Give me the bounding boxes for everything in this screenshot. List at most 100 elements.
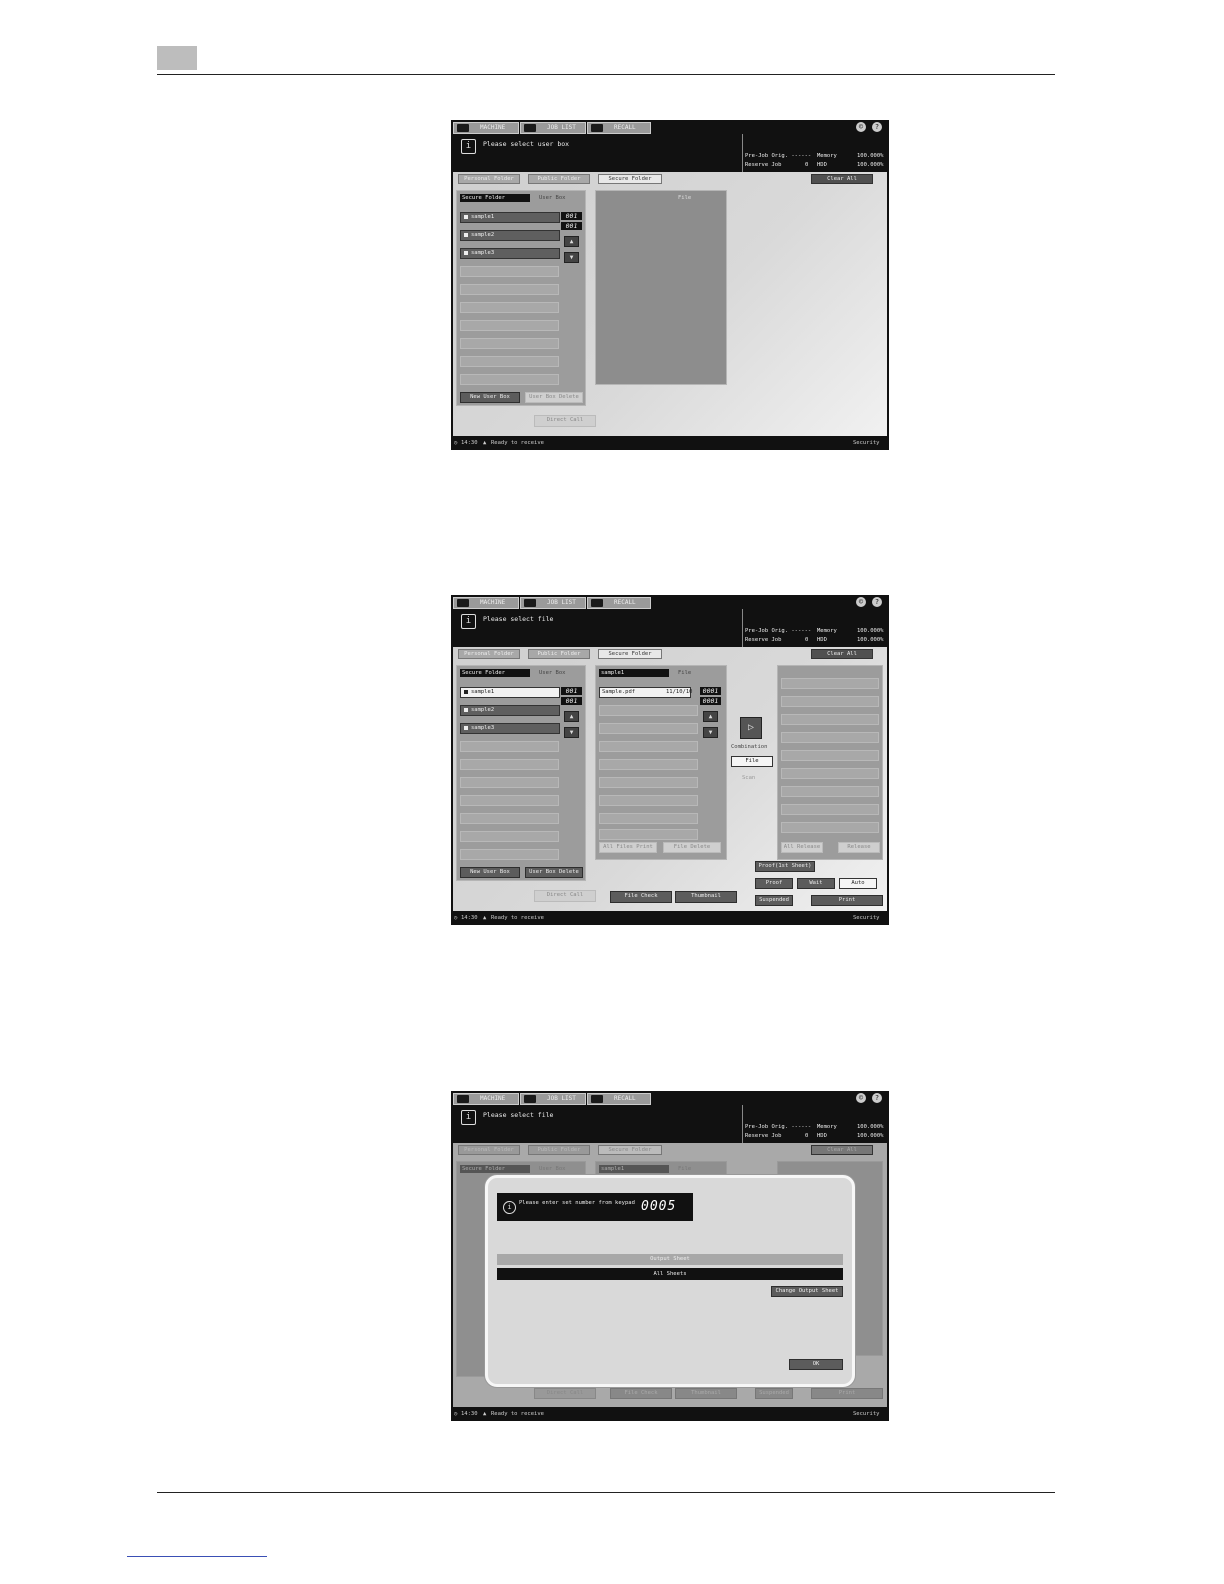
clear-all-button[interactable]: Clear All xyxy=(811,649,873,659)
combination-file-button[interactable]: File xyxy=(731,756,773,767)
user-box-panel: Secure Folder User Box sample1 sample2 s… xyxy=(456,665,586,881)
user-box-sample3[interactable]: sample3 xyxy=(460,248,560,259)
memory-label: Memory xyxy=(817,628,837,634)
memory-label: Memory xyxy=(817,1124,837,1130)
direct-call-button[interactable]: Direct Call xyxy=(534,415,596,427)
proof-button[interactable]: Proof xyxy=(755,878,793,889)
help-icon[interactable]: ? xyxy=(872,1093,882,1103)
tab-recall[interactable]: RECALL xyxy=(587,122,651,134)
tab-recall[interactable]: RECALL xyxy=(587,1093,651,1105)
combination-scan-option[interactable]: Scan xyxy=(742,775,755,781)
release-button[interactable]: Release xyxy=(838,842,880,853)
all-release-button[interactable]: All Release xyxy=(781,842,823,853)
user-box-delete-button[interactable]: User Box Delete xyxy=(525,392,583,403)
clear-all-button[interactable]: Clear All xyxy=(811,1145,873,1155)
auto-button[interactable]: Auto xyxy=(839,878,877,889)
page-counter-total: 001 xyxy=(561,222,582,230)
suspended-button[interactable]: Suspended xyxy=(755,895,793,906)
scroll-down-arrow-icon[interactable]: ▼ xyxy=(564,727,579,738)
set-number-display: 0005 xyxy=(641,1199,677,1214)
prejob-label: Pre-Job Orig. ------ xyxy=(745,628,812,634)
direct-call-button[interactable]: Direct Call xyxy=(534,890,596,902)
user-box-sample1[interactable]: sample1 xyxy=(460,212,560,223)
scroll-down-arrow-icon[interactable]: ▼ xyxy=(703,727,718,738)
tab-personal-folder[interactable]: Personal Folder xyxy=(458,174,520,184)
security-indicator: Security xyxy=(853,915,880,921)
lock-icon xyxy=(464,215,468,219)
status-text: Ready to receive xyxy=(491,1411,544,1417)
tab-job-list[interactable]: JOB LIST xyxy=(520,597,586,609)
counter-icon[interactable]: © xyxy=(856,1093,866,1103)
tab-public-folder[interactable]: Public Folder xyxy=(528,1145,590,1155)
clear-all-button[interactable]: Clear All xyxy=(811,174,873,184)
clock-icon: ◷ xyxy=(454,440,458,446)
user-box-sample1[interactable]: sample1 xyxy=(460,687,560,698)
dialog-message-text: Please enter set number from keypad xyxy=(519,1200,635,1206)
user-box-sample2[interactable]: sample2 xyxy=(460,230,560,241)
list-icon xyxy=(524,599,536,607)
file-delete-button[interactable]: File Delete xyxy=(663,842,721,853)
header-rule xyxy=(157,74,1055,75)
file-check-button[interactable]: File Check xyxy=(610,891,672,903)
tab-personal-folder[interactable]: Personal Folder xyxy=(458,1145,520,1155)
user-box-delete-button[interactable]: User Box Delete xyxy=(525,867,583,878)
empty-box-row xyxy=(460,759,559,770)
empty-list-row xyxy=(781,750,879,761)
scroll-up-arrow-icon[interactable]: ▲ xyxy=(564,236,579,247)
print-button[interactable]: Print xyxy=(811,895,883,906)
all-files-print-button[interactable]: All Files Print xyxy=(599,842,657,853)
new-user-box-button[interactable]: New User Box xyxy=(460,392,520,403)
tab-public-folder[interactable]: Public Folder xyxy=(528,174,590,184)
user-box-panel: Secure Folder User Box sample1 sample2 s… xyxy=(456,190,586,406)
tab-personal-folder[interactable]: Personal Folder xyxy=(458,649,520,659)
scroll-up-arrow-icon[interactable]: ▲ xyxy=(564,711,579,722)
work-area: Personal Folder Public Folder Secure Fol… xyxy=(453,647,887,911)
add-to-list-play-icon[interactable]: ▷ xyxy=(740,717,762,739)
machine-icon xyxy=(457,124,469,132)
empty-box-row xyxy=(460,849,559,860)
proof-first-sheet-button[interactable]: Proof(1st Sheet) xyxy=(755,861,815,872)
direct-call-button[interactable]: Direct Call xyxy=(534,1388,596,1399)
file-counter-total: 0001 xyxy=(700,697,721,705)
file-panel-header: sample1 xyxy=(599,669,669,677)
tab-secure-folder[interactable]: Secure Folder xyxy=(598,649,662,659)
tab-public-folder[interactable]: Public Folder xyxy=(528,649,590,659)
user-box-label: User Box xyxy=(539,670,566,676)
info-icon: i xyxy=(461,139,476,154)
machine-icon xyxy=(457,599,469,607)
print-button[interactable]: Print xyxy=(811,1388,883,1399)
tab-secure-folder[interactable]: Secure Folder xyxy=(598,1145,662,1155)
file-check-button[interactable]: File Check xyxy=(610,1388,672,1399)
wait-button[interactable]: Wait xyxy=(797,878,835,889)
lock-icon xyxy=(464,726,468,730)
file-label: File xyxy=(678,195,692,201)
change-output-sheet-button[interactable]: Change Output Sheet xyxy=(771,1286,843,1297)
file-row-sample-pdf[interactable]: Sample.pdf 11/10/10 xyxy=(599,687,693,698)
help-icon[interactable]: ? xyxy=(872,597,882,607)
status-bar: ◷ 14:30 ▲ Ready to receive Security xyxy=(451,913,889,925)
tab-machine[interactable]: MACHINE xyxy=(453,1093,519,1105)
counter-icon[interactable]: © xyxy=(856,122,866,132)
tab-machine[interactable]: MACHINE xyxy=(453,597,519,609)
user-box-sample3[interactable]: sample3 xyxy=(460,723,560,734)
thumbnail-button[interactable]: Thumbnail xyxy=(675,1388,737,1399)
tab-job-list[interactable]: JOB LIST xyxy=(520,1093,586,1105)
tab-recall[interactable]: RECALL xyxy=(587,597,651,609)
tab-secure-folder[interactable]: Secure Folder xyxy=(598,174,662,184)
user-box-sample2[interactable]: sample2 xyxy=(460,705,560,716)
empty-file-row xyxy=(599,777,698,788)
empty-list-row xyxy=(781,822,879,833)
scroll-down-arrow-icon[interactable]: ▼ xyxy=(564,252,579,263)
file-counter-current: 0001 xyxy=(700,687,721,695)
scroll-up-arrow-icon[interactable]: ▲ xyxy=(703,711,718,722)
tab-job-list[interactable]: JOB LIST xyxy=(520,122,586,134)
empty-list-row xyxy=(781,786,879,797)
ok-button[interactable]: OK xyxy=(789,1359,843,1370)
help-icon[interactable]: ? xyxy=(872,122,882,132)
counter-icon[interactable]: © xyxy=(856,597,866,607)
tab-machine[interactable]: MACHINE xyxy=(453,122,519,134)
empty-box-row xyxy=(460,338,559,349)
thumbnail-button[interactable]: Thumbnail xyxy=(675,891,737,903)
suspended-button[interactable]: Suspended xyxy=(755,1388,793,1399)
new-user-box-button[interactable]: New User Box xyxy=(460,867,520,878)
